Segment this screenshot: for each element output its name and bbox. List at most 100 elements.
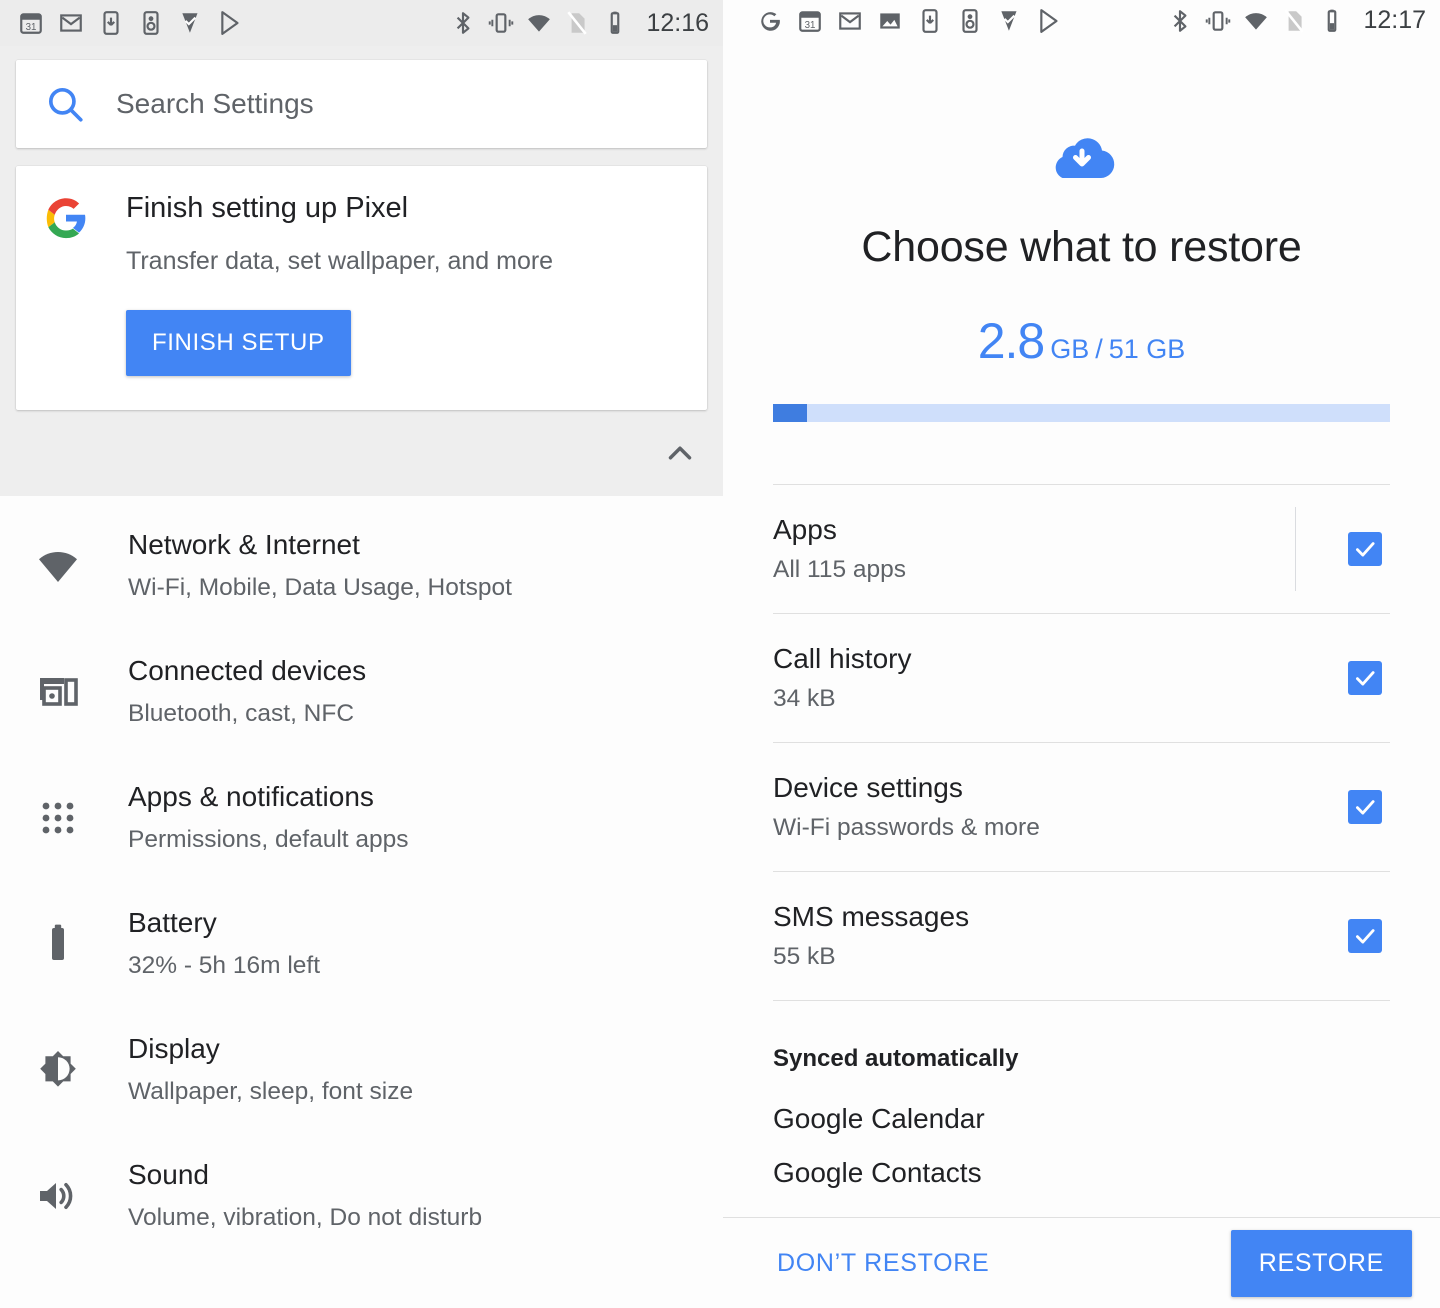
settings-screen: 31 12:16 Search Settings Finish setting … xyxy=(0,0,723,1308)
divider xyxy=(773,1000,1390,1002)
sidebar-item-subtitle: Wi-Fi, Mobile, Data Usage, Hotspot xyxy=(128,573,512,601)
wifi-icon xyxy=(1245,12,1268,30)
dont-restore-button[interactable]: DON’T RESTORE xyxy=(773,1239,993,1288)
restore-item-apps[interactable]: Apps All 115 apps xyxy=(773,485,1390,613)
svg-text:31: 31 xyxy=(805,20,816,31)
google-icon xyxy=(761,11,780,31)
restore-item-subtitle: Wi-Fi passwords & more xyxy=(773,814,1040,842)
sidebar-item-network-internet[interactable]: Network & Internet Wi-Fi, Mobile, Data U… xyxy=(0,502,723,628)
storage-used-unit: GB xyxy=(1050,334,1090,365)
status-bar-system-icons: 12:17 xyxy=(1167,6,1426,35)
calendar-icon: 31 xyxy=(20,13,42,34)
settings-header-region: Search Settings Finish setting up Pixel … xyxy=(0,46,723,497)
gmail-icon xyxy=(60,14,82,32)
restore-button[interactable]: RESTORE xyxy=(1230,1229,1412,1297)
footer-actions: DON’T RESTORE RESTORE xyxy=(723,1218,1440,1308)
sidebar-item-subtitle: Permissions, default apps xyxy=(128,825,409,853)
sidebar-item-title: Network & Internet xyxy=(128,529,360,561)
storage-usage: 2.8 GB/51 GB xyxy=(773,312,1390,370)
status-bar-right: 31 12:17 xyxy=(723,0,1440,42)
sidebar-item-title: Sound xyxy=(128,1159,209,1191)
sidebar-item-battery[interactable]: Battery 32% - 5h 16m left xyxy=(0,880,723,1006)
check-icon xyxy=(1356,671,1375,686)
search-input[interactable]: Search Settings xyxy=(16,60,707,148)
bluetooth-icon xyxy=(1174,9,1187,32)
sidebar-item-apps-notifications[interactable]: Apps & notifications Permissions, defaul… xyxy=(0,754,723,880)
sidebar-item-title: Connected devices xyxy=(128,655,367,687)
battery-icon xyxy=(1328,9,1337,32)
synced-item-google-calendar: Google Calendar xyxy=(773,1103,985,1135)
podcast-icon xyxy=(962,8,978,33)
restore-item-checkbox[interactable] xyxy=(1348,919,1382,954)
google-g-logo xyxy=(46,198,86,239)
sidebar-item-subtitle: Wallpaper, sleep, font size xyxy=(128,1077,414,1105)
no-sim-icon xyxy=(1284,9,1305,33)
battery-icon xyxy=(611,11,620,34)
apps-grid-icon xyxy=(42,802,74,834)
vibrate-icon xyxy=(1206,10,1231,31)
calendar-icon: 31 xyxy=(799,10,821,32)
check-icon xyxy=(1356,542,1375,557)
setup-card-title: Finish setting up Pixel xyxy=(126,192,409,224)
restore-item-subtitle: 55 kB xyxy=(773,943,836,971)
download-icon xyxy=(103,11,119,35)
storage-progress-fill xyxy=(773,404,807,423)
status-bar-clock: 12:17 xyxy=(1363,6,1426,35)
wifi-icon xyxy=(39,552,77,583)
sidebar-item-subtitle: Volume, vibration, Do not disturb xyxy=(128,1203,483,1231)
restore-item-checkbox[interactable] xyxy=(1348,661,1382,696)
collapse-row[interactable] xyxy=(0,410,723,496)
restore-item-title: Call history xyxy=(773,643,912,675)
podcast-icon xyxy=(143,11,159,35)
cloud-download-icon xyxy=(1055,138,1114,179)
sidebar-item-sound[interactable]: Sound Volume, vibration, Do not disturb xyxy=(0,1132,723,1258)
restore-content: Choose what to restore 2.8 GB/51 GB Apps … xyxy=(723,41,1440,1189)
status-bar-notification-icons: 31 xyxy=(757,8,1063,34)
restore-item-checkbox[interactable] xyxy=(1348,790,1382,825)
restore-item-device-settings[interactable]: Device settings Wi-Fi passwords & more xyxy=(773,743,1390,871)
wifi-icon xyxy=(528,15,551,32)
gmail-icon xyxy=(839,11,861,30)
storage-total: 51 GB xyxy=(1108,334,1186,365)
storage-progress-bar xyxy=(773,404,1390,423)
restore-item-call-history[interactable]: Call history 34 kB xyxy=(773,614,1390,742)
sidebar-item-title: Display xyxy=(128,1033,220,1065)
storage-separator: / xyxy=(1095,334,1103,365)
dual-screenshot: 31 12:16 Search Settings Finish setting … xyxy=(0,0,1440,1308)
restore-screen: 31 12:17 Choose what to restore 2.8 GB /… xyxy=(723,0,1440,1308)
vibrate-icon xyxy=(489,13,514,33)
connected-devices-icon xyxy=(40,678,78,707)
finish-setup-button[interactable]: FINISH SETUP xyxy=(126,310,351,377)
sidebar-item-display[interactable]: Display Wallpaper, sleep, font size xyxy=(0,1006,723,1132)
photos-icon xyxy=(880,13,900,29)
chevron-up-icon[interactable] xyxy=(661,434,699,472)
restore-item-title: Device settings xyxy=(773,772,963,804)
synced-automatically-heading: Synced automatically xyxy=(773,1045,1019,1073)
status-bar-clock: 12:16 xyxy=(646,8,709,37)
svg-text:31: 31 xyxy=(26,22,37,33)
bluetooth-icon xyxy=(457,12,470,34)
restore-item-title: Apps xyxy=(773,514,837,546)
no-sim-icon xyxy=(567,11,588,35)
tasks-icon xyxy=(1001,10,1017,31)
sidebar-item-subtitle: 32% - 5h 16m left xyxy=(128,951,321,979)
battery-icon xyxy=(52,924,64,961)
sidebar-item-subtitle: Bluetooth, cast, NFC xyxy=(128,699,355,727)
restore-item-title: SMS messages xyxy=(773,901,970,933)
download-icon xyxy=(922,8,938,33)
brightness-icon xyxy=(40,1051,76,1087)
sidebar-item-title: Battery xyxy=(128,907,217,939)
restore-item-sms-messages[interactable]: SMS messages 55 kB xyxy=(773,872,1390,1000)
search-icon xyxy=(48,87,83,122)
restore-item-subtitle: 34 kB xyxy=(773,685,836,713)
finish-setup-card: Finish setting up Pixel Transfer data, s… xyxy=(16,166,707,411)
restore-item-checkbox[interactable] xyxy=(1348,532,1382,567)
page-title: Choose what to restore xyxy=(861,223,1302,272)
restore-item-subtitle: All 115 apps xyxy=(773,556,907,584)
synced-item-google-contacts: Google Contacts xyxy=(773,1157,982,1189)
play-store-icon xyxy=(221,11,239,35)
check-icon xyxy=(1356,800,1375,815)
sidebar-item-connected-devices[interactable]: Connected devices Bluetooth, cast, NFC xyxy=(0,628,723,754)
volume-icon xyxy=(40,1183,73,1210)
settings-list: Network & Internet Wi-Fi, Mobile, Data U… xyxy=(0,496,723,1259)
